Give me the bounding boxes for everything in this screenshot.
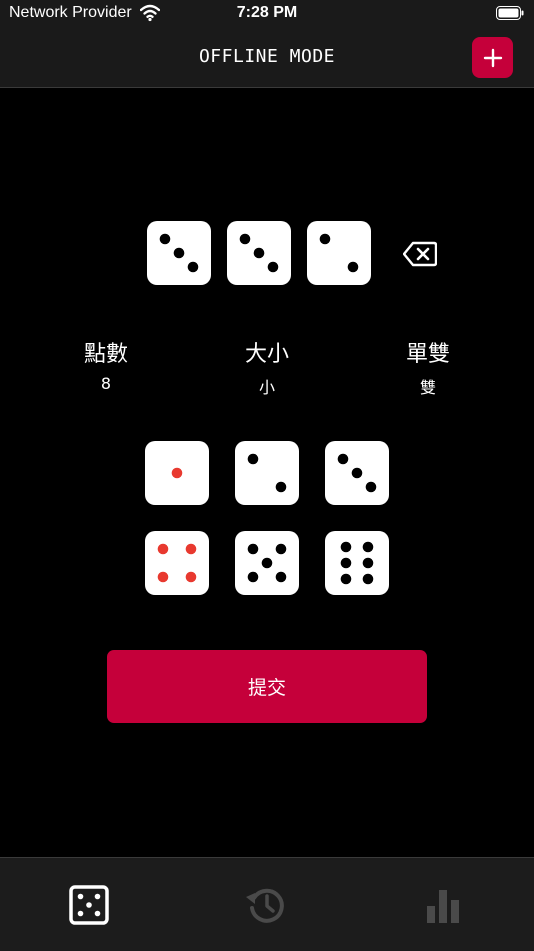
- die-pip: [340, 557, 352, 569]
- clock: 7:28 PM: [236, 4, 298, 21]
- die-pip: [351, 467, 363, 479]
- die-face-4: [157, 543, 197, 583]
- submit-button[interactable]: 提交: [107, 650, 427, 723]
- die-pip: [253, 247, 265, 259]
- die-pip: [362, 557, 374, 569]
- selected-die[interactable]: [307, 221, 371, 285]
- die-face-6: [340, 541, 374, 585]
- stat-value: 小: [258, 378, 275, 397]
- tab-bar: [0, 857, 534, 951]
- die-face-3: [159, 233, 199, 273]
- die-pip: [275, 571, 287, 583]
- dice-picker-button[interactable]: [235, 441, 299, 505]
- die-pip: [275, 543, 287, 555]
- stat-label: 點數: [83, 342, 128, 367]
- stat-label: 大小: [244, 342, 289, 367]
- die-pip: [267, 261, 279, 273]
- die-pip: [340, 541, 352, 553]
- die-face-5: [247, 543, 287, 583]
- die-pip: [171, 467, 183, 479]
- stat-odd-even: 單雙 雙: [358, 336, 498, 398]
- dice-picker-button[interactable]: [145, 531, 209, 595]
- plus-icon: [483, 48, 502, 67]
- die-pip: [239, 233, 251, 245]
- die-face-1: [171, 467, 183, 479]
- add-button[interactable]: [472, 37, 513, 78]
- die-face-2: [319, 233, 359, 273]
- die-face-3: [337, 453, 377, 493]
- history-icon[interactable]: [245, 884, 287, 926]
- stat-big-small: 大小 小: [197, 336, 337, 398]
- dice-picker-button[interactable]: [145, 441, 209, 505]
- stat-points: 點數 8: [36, 336, 176, 393]
- die-pip: [275, 481, 287, 493]
- die-pip: [247, 571, 259, 583]
- die-pip: [159, 233, 171, 245]
- page-title: OFFLINE MODE: [198, 46, 336, 67]
- stat-value: 8: [100, 374, 112, 393]
- die-pip: [337, 453, 349, 465]
- submit-label: 提交: [247, 677, 286, 699]
- die-face-2: [247, 453, 287, 493]
- die-pip: [319, 233, 331, 245]
- die-pip: [185, 543, 197, 555]
- dice-icon[interactable]: [68, 884, 110, 926]
- die-pip: [365, 481, 377, 493]
- die-pip: [247, 453, 259, 465]
- dice-picker-button[interactable]: [325, 441, 389, 505]
- die-pip: [247, 543, 259, 555]
- die-pip: [187, 261, 199, 273]
- dice-picker-button[interactable]: [325, 531, 389, 595]
- die-pip: [157, 543, 169, 555]
- die-pip: [362, 541, 374, 553]
- dice-picker-button[interactable]: [235, 531, 299, 595]
- stat-value: 雙: [419, 378, 436, 397]
- die-pip: [362, 573, 374, 585]
- battery-icon: [496, 6, 524, 20]
- die-pip: [340, 573, 352, 585]
- navigation-bar: OFFLINE MODE: [0, 28, 534, 88]
- die-pip: [261, 557, 273, 569]
- die-pip: [173, 247, 185, 259]
- status-bar: Network Provider 7:28 PM: [0, 0, 534, 28]
- stat-label: 單雙: [405, 342, 450, 367]
- die-pip: [185, 571, 197, 583]
- backspace-icon[interactable]: [403, 241, 437, 267]
- die-pip: [347, 261, 359, 273]
- selected-die[interactable]: [227, 221, 291, 285]
- die-pip: [157, 571, 169, 583]
- die-face-3: [239, 233, 279, 273]
- selected-die[interactable]: [147, 221, 211, 285]
- bar-chart-icon[interactable]: [424, 884, 466, 926]
